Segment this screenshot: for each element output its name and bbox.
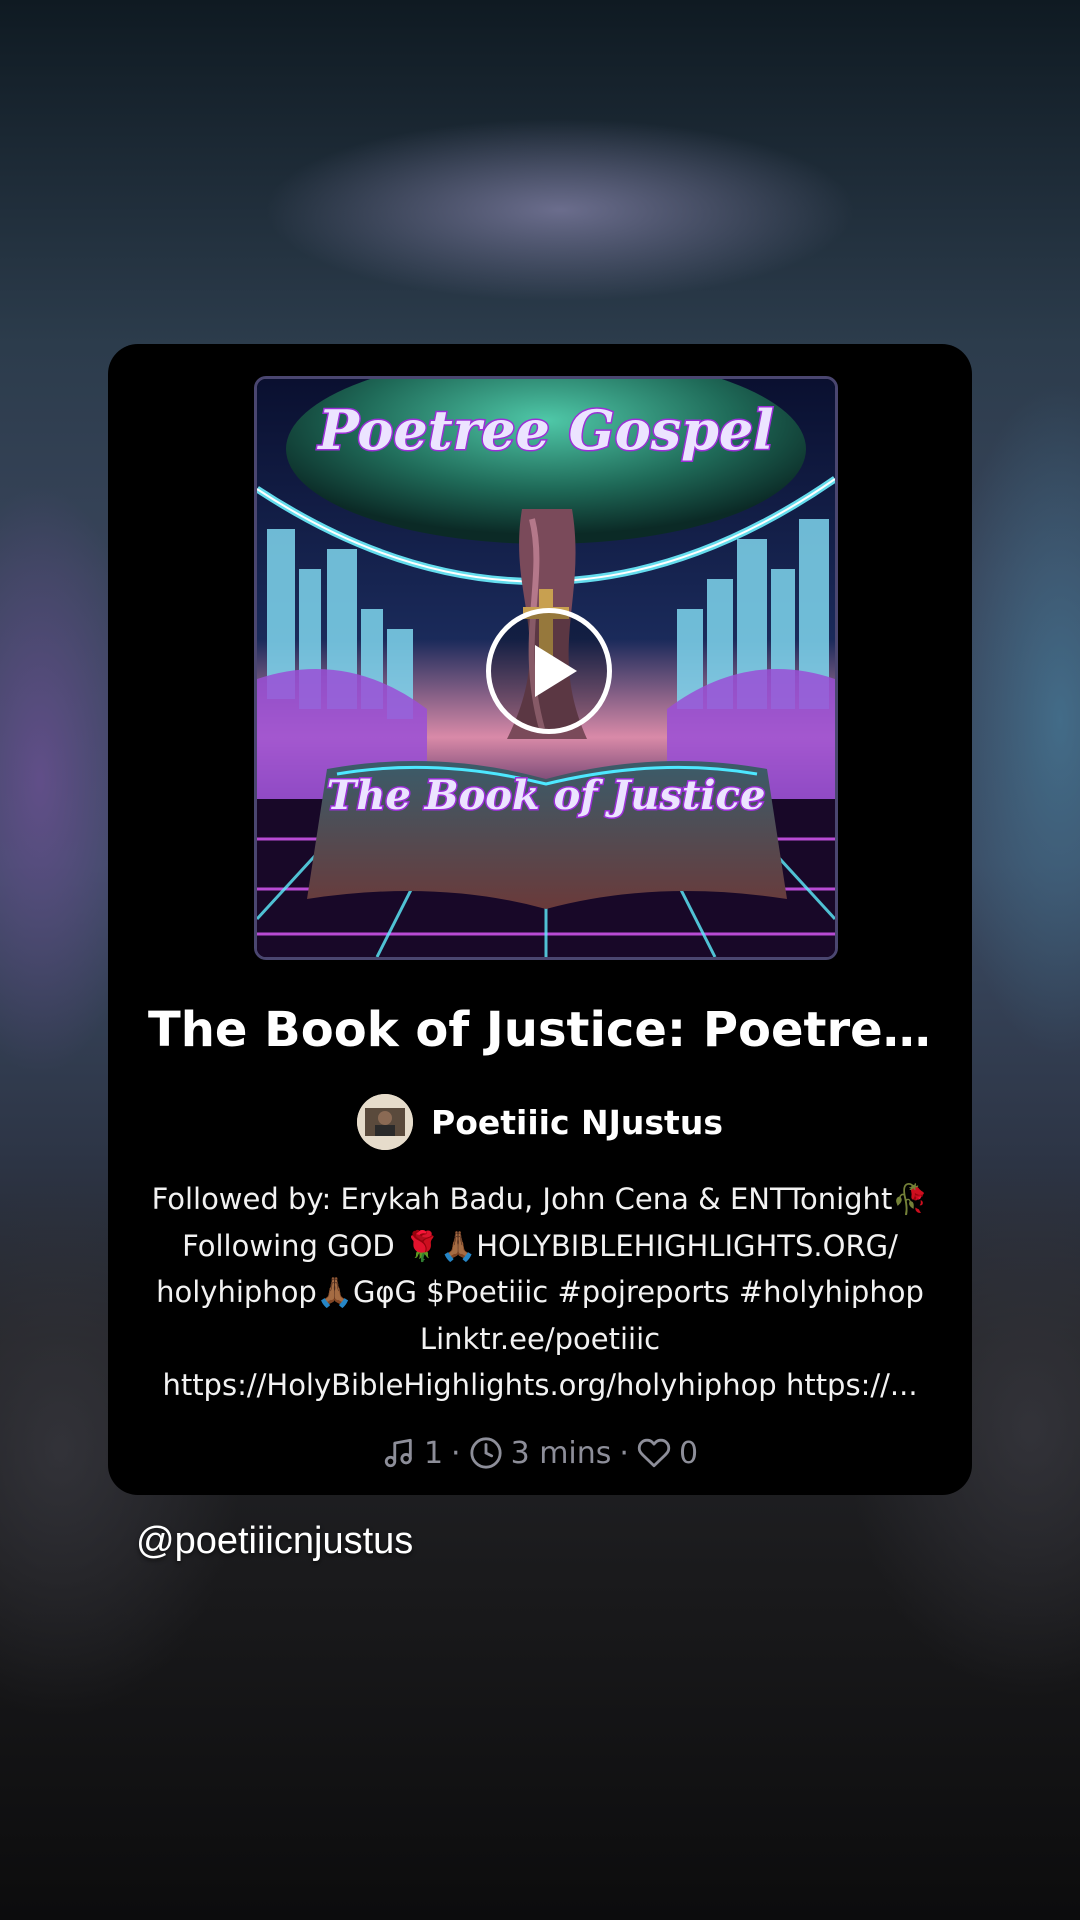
clock-icon	[469, 1437, 502, 1469]
svg-text:The Book of Justice: The Book of Justice	[327, 772, 766, 819]
play-icon	[535, 645, 577, 697]
cover-art[interactable]: Poetree Gospel The Book of Justice	[254, 376, 838, 960]
description-line[interactable]: https://HolyBibleHighlights.org/holyhiph…	[138, 1362, 942, 1409]
description-line: holyhiphop🙏🏾GφG $Poetiiic #pojreports #h…	[156, 1275, 924, 1309]
avatar[interactable]	[357, 1094, 414, 1150]
description-line: Followed by: Erykah Badu, John Cena & EN…	[151, 1182, 929, 1216]
description-line: Following GOD 🌹🙏🏾HOLYBIBLEHIGHLIGHTS.ORG…	[182, 1228, 898, 1263]
author-name[interactable]: Poetiiic NJustus	[431, 1103, 723, 1142]
like-count: 0	[678, 1435, 699, 1471]
heart-icon[interactable]	[637, 1436, 671, 1470]
separator: ·	[619, 1435, 629, 1471]
music-note-icon	[384, 1438, 412, 1468]
description-line[interactable]: Linktr.ee/poetiiic	[138, 1316, 942, 1363]
separator: ·	[451, 1435, 461, 1471]
track-count: 1	[423, 1435, 444, 1471]
author-row[interactable]: Poetiiic NJustus	[108, 1092, 972, 1152]
svg-text:Poetree Gospel: Poetree Gospel	[316, 398, 774, 462]
stats-row: 1 · 3 mins · 0	[108, 1430, 972, 1476]
play-button[interactable]	[486, 608, 612, 734]
user-handle[interactable]: @poetiiicnjustus	[136, 1520, 413, 1563]
episode-title[interactable]: The Book of Justice: Poetree ...	[148, 1000, 932, 1060]
description: Followed by: Erykah Badu, John Cena & EN…	[138, 1176, 942, 1409]
podcast-card[interactable]: Poetree Gospel The Book of Justice The B…	[108, 344, 972, 1495]
duration: 3 mins	[510, 1435, 612, 1471]
